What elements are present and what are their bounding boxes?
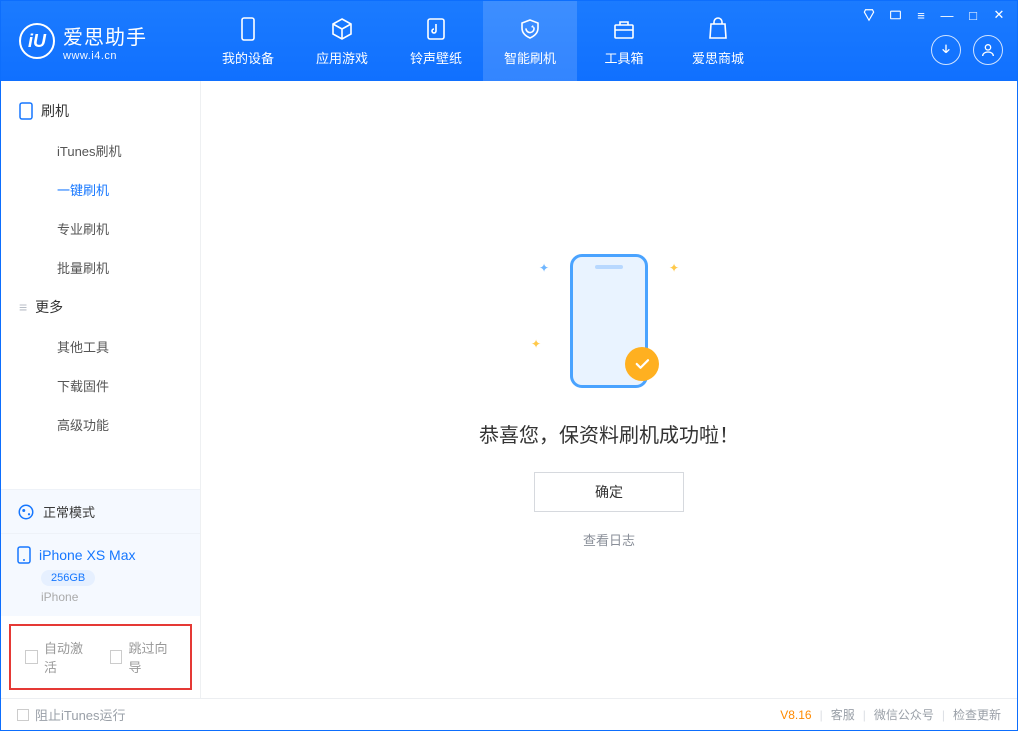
success-message: 恭喜您，保资料刷机成功啦！ xyxy=(479,419,739,448)
footer-wechat[interactable]: 微信公众号 xyxy=(874,706,934,723)
sidebar-item-advanced[interactable]: 高级功能 xyxy=(1,405,200,444)
view-log-link[interactable]: 查看日志 xyxy=(583,530,635,549)
app-name: 爱思助手 xyxy=(63,21,147,50)
main-panel: ✦ ✦ ✦ 恭喜您，保资料刷机成功啦！ 确定 查看日志 xyxy=(201,81,1017,698)
feedback-icon[interactable] xyxy=(887,7,903,23)
device-icon xyxy=(235,16,261,42)
logo: iU 爱思助手 www.i4.cn xyxy=(1,1,201,81)
device-phone-icon xyxy=(17,546,31,564)
sidebar-item-itunes-flash[interactable]: iTunes刷机 xyxy=(1,131,200,170)
menu-icon[interactable]: ≡ xyxy=(913,7,929,23)
sidebar-item-batch-flash[interactable]: 批量刷机 xyxy=(1,248,200,287)
checkbox-icon xyxy=(17,709,29,721)
sidebar: 刷机 iTunes刷机 一键刷机 专业刷机 批量刷机 ≡ 更多 其他工具 下载固… xyxy=(1,81,201,698)
app-url: www.i4.cn xyxy=(63,50,147,62)
phone-icon xyxy=(19,102,33,120)
sidebar-item-oneclick-flash[interactable]: 一键刷机 xyxy=(1,170,200,209)
check-badge-icon xyxy=(625,347,659,381)
checkbox-auto-activate[interactable]: 自动激活 xyxy=(25,638,92,676)
tab-ringtone-wallpaper[interactable]: 铃声壁纸 xyxy=(389,1,483,81)
sidebar-item-pro-flash[interactable]: 专业刷机 xyxy=(1,209,200,248)
tab-apps-games[interactable]: 应用游戏 xyxy=(295,1,389,81)
sparkle-icon: ✦ xyxy=(669,261,679,275)
confirm-button[interactable]: 确定 xyxy=(534,472,684,512)
device-model: iPhone xyxy=(41,590,184,604)
more-icon: ≡ xyxy=(19,299,27,315)
sparkle-icon: ✦ xyxy=(539,261,549,275)
tab-toolbox[interactable]: 工具箱 xyxy=(577,1,671,81)
app-window: iU 爱思助手 www.i4.cn 我的设备 应用游戏 铃声壁纸 智能刷机 xyxy=(0,0,1018,731)
sidebar-section-more: ≡ 更多 xyxy=(1,287,200,327)
download-button[interactable] xyxy=(931,35,961,65)
device-storage: 256GB xyxy=(41,570,95,586)
footer-check-update[interactable]: 检查更新 xyxy=(953,706,1001,723)
device-info-panel[interactable]: iPhone XS Max 256GB iPhone xyxy=(1,533,200,616)
music-icon xyxy=(423,16,449,42)
window-controls: ≡ — □ ✕ xyxy=(861,7,1007,23)
version-label: V8.16 xyxy=(780,708,811,722)
header: iU 爱思助手 www.i4.cn 我的设备 应用游戏 铃声壁纸 智能刷机 xyxy=(1,1,1017,81)
checkbox-block-itunes[interactable]: 阻止iTunes运行 xyxy=(17,705,126,724)
header-actions xyxy=(931,35,1003,65)
minimize-button[interactable]: — xyxy=(939,7,955,23)
checkbox-icon xyxy=(110,650,123,664)
status-bar: 阻止iTunes运行 V8.16 | 客服 | 微信公众号 | 检查更新 xyxy=(1,698,1017,730)
refresh-shield-icon xyxy=(517,16,543,42)
sidebar-item-other-tools[interactable]: 其他工具 xyxy=(1,327,200,366)
device-name: iPhone XS Max xyxy=(39,547,136,563)
tab-store[interactable]: 爱思商城 xyxy=(671,1,765,81)
body: 刷机 iTunes刷机 一键刷机 专业刷机 批量刷机 ≡ 更多 其他工具 下载固… xyxy=(1,81,1017,698)
mode-label: 正常模式 xyxy=(43,502,95,521)
sparkle-icon: ✦ xyxy=(531,337,541,351)
checkbox-skip-guide[interactable]: 跳过向导 xyxy=(110,638,177,676)
maximize-button[interactable]: □ xyxy=(965,7,981,23)
checkbox-icon xyxy=(25,650,38,664)
mode-icon xyxy=(17,503,35,521)
toolbox-icon xyxy=(611,16,637,42)
sidebar-section-flash: 刷机 xyxy=(1,91,200,131)
footer-support[interactable]: 客服 xyxy=(831,706,855,723)
tab-smart-flash[interactable]: 智能刷机 xyxy=(483,1,577,81)
user-button[interactable] xyxy=(973,35,1003,65)
success-illustration: ✦ ✦ ✦ xyxy=(519,231,699,411)
device-mode-panel[interactable]: 正常模式 xyxy=(1,489,200,533)
bag-icon xyxy=(705,16,731,42)
tab-my-device[interactable]: 我的设备 xyxy=(201,1,295,81)
cube-icon xyxy=(329,16,355,42)
sidebar-item-download-firmware[interactable]: 下载固件 xyxy=(1,366,200,405)
theme-icon[interactable] xyxy=(861,7,877,23)
close-button[interactable]: ✕ xyxy=(991,7,1007,23)
flash-options-row: 自动激活 跳过向导 xyxy=(9,624,192,690)
logo-icon: iU xyxy=(19,23,55,59)
